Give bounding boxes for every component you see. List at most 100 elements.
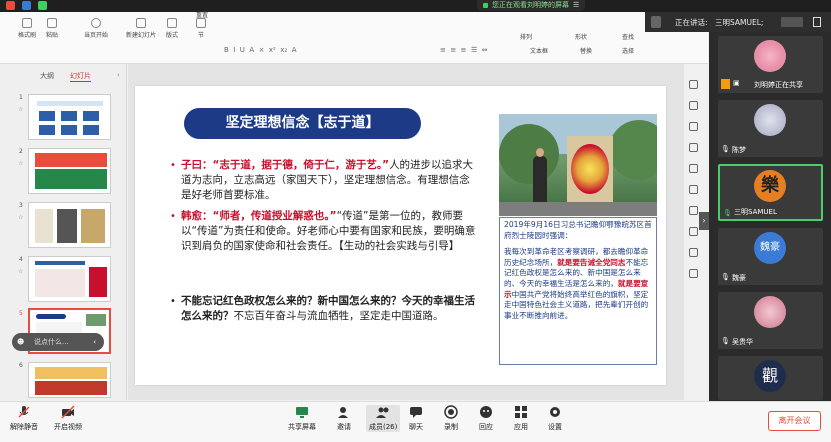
shape-button[interactable]: 形状 <box>575 32 587 41</box>
camera-off-icon <box>61 405 75 419</box>
star-icon: ☆ <box>18 160 24 167</box>
invite-icon <box>338 407 348 418</box>
thumb-number: 2 <box>19 148 23 155</box>
tab-slides[interactable]: 幻灯片 <box>70 71 91 82</box>
slide-thumbnail-6[interactable] <box>28 362 111 398</box>
user-icon <box>721 79 730 89</box>
speaking-indicator: 正在讲话: 三明SAMUEL; <box>645 12 831 32</box>
mic-muted-icon <box>18 406 30 418</box>
caption-body: 我每次到革命老区考察调研，都去瞻仰革命历史纪念场所，就是要告诫全党同志不能忘记红… <box>504 247 649 320</box>
unmute-button[interactable]: 解除静音 <box>10 405 38 432</box>
share-indicator-icon <box>483 3 488 8</box>
gear-icon <box>550 407 560 417</box>
status-icons <box>6 1 47 10</box>
mic-active-icon: 🎙 <box>723 209 732 217</box>
find-button[interactable]: 查找 <box>622 32 634 41</box>
slide-thumbnail-4[interactable] <box>28 256 111 302</box>
settings-button[interactable]: 设置 <box>548 405 562 432</box>
tool-icon[interactable] <box>688 143 698 152</box>
share-screen-button[interactable]: 共享屏幕 <box>288 405 316 432</box>
select-button[interactable]: 选择 <box>622 46 634 55</box>
slide-title: 坚定理想信念【志于道】 <box>184 108 421 139</box>
section-button[interactable]: 节 <box>196 18 206 39</box>
participant-tile-active[interactable]: 樂 🎙 三明SAMUEL <box>718 164 823 221</box>
paragraph-controls[interactable]: ≡ ≡ ≡ ☰ ⇔ <box>440 46 488 54</box>
new-slide-button[interactable]: 新建幻灯片 <box>126 18 156 39</box>
avatar: 魏豪 <box>754 232 786 264</box>
layout-button[interactable]: 版式 <box>166 18 178 39</box>
bullet-icon: • <box>170 160 176 171</box>
tool-icon[interactable] <box>688 101 698 110</box>
start-video-button[interactable]: 开启视频 <box>54 405 82 432</box>
muted-mic-icon: 🎙 <box>721 273 730 281</box>
participant-tile[interactable]: 🎙 陈梦 <box>718 100 823 157</box>
members-icon <box>376 407 389 418</box>
chat-icon <box>410 407 422 418</box>
thumb-number: 6 <box>19 362 23 369</box>
collapse-icon[interactable]: ‹ <box>93 333 96 351</box>
tool-icon[interactable] <box>688 122 698 131</box>
bullet-icon: • <box>170 296 176 307</box>
share-screen-icon <box>296 407 308 418</box>
tool-icon[interactable] <box>688 206 698 215</box>
record-button[interactable]: 录制 <box>444 405 458 432</box>
font-format-controls[interactable]: B I U A × x² x₂ A <box>224 46 296 54</box>
system-top-bar <box>0 0 831 12</box>
avatar: 觀 <box>754 360 786 392</box>
thumb-number: 5 <box>19 310 23 317</box>
tool-icon[interactable] <box>688 248 698 257</box>
ribbon-toolbar: 格式刷 粘贴 当页开始 新建幻灯片 版式 节 重置 B I U A × x² x… <box>0 12 708 64</box>
muted-mic-icon: 🎙 <box>721 337 730 345</box>
slide-thumbnail-2[interactable] <box>28 148 111 194</box>
muted-mic-icon: 🎙 <box>721 145 730 153</box>
layout-icon[interactable] <box>813 17 821 27</box>
screen-share-notice[interactable]: 您正在观看刘明婷的屏幕 ☰ <box>477 0 586 11</box>
members-button[interactable]: 成员(26) <box>366 405 401 432</box>
menu-icon[interactable]: ☰ <box>573 0 579 11</box>
participant-tile[interactable]: 🎙 吴贵华 <box>718 292 823 349</box>
tab-outline[interactable]: 大纲 <box>40 71 54 82</box>
chat-input-popup[interactable]: ☻ 说点什么... ‹ <box>12 333 104 351</box>
arrange-button[interactable]: 排列 <box>520 32 532 41</box>
star-icon: ☆ <box>18 214 24 221</box>
paragraph-2: • 韩愈：“师者，传道授业解惑也。”“传道”是第一位的，教师要以“传道”为责任和… <box>170 210 476 252</box>
reset-button[interactable]: 重置 <box>196 10 208 19</box>
avatar <box>754 296 786 328</box>
invite-button[interactable]: 邀请 <box>337 405 351 432</box>
thumb-number: 3 <box>19 202 23 209</box>
replace-button[interactable]: 替换 <box>580 46 592 55</box>
mic-icon <box>651 16 661 28</box>
apps-button[interactable]: 应用 <box>514 405 528 432</box>
chat-button[interactable]: 聊天 <box>409 405 423 432</box>
reaction-icon <box>480 406 492 418</box>
avatar <box>754 40 786 72</box>
slide-thumbnail-1[interactable] <box>28 94 111 140</box>
textbox-button[interactable]: 文本框 <box>530 46 548 55</box>
paste-button[interactable]: 粘贴 <box>46 18 58 39</box>
thumb-number: 4 <box>19 256 23 263</box>
record-status-icon <box>6 1 15 10</box>
grid-view-icon[interactable] <box>781 17 803 27</box>
participant-tile[interactable]: 刘明婷正在共享 ▣ <box>718 36 823 93</box>
share-icon: ▣ <box>733 79 740 87</box>
apps-icon <box>515 406 527 418</box>
current-slide: 坚定理想信念【志于道】 • 子曰：“志于道，据于德，倚于仁，游于艺。”人的进步以… <box>135 86 666 385</box>
format-painter-button[interactable]: 格式刷 <box>18 18 36 39</box>
quote-caption-box: 2019年9月16日习总书记瞻仰鄂豫皖苏区首府烈士陵园时强调： 我每次到革命老区… <box>499 217 657 365</box>
participant-tile[interactable]: 觀 <box>718 356 823 400</box>
collapse-participants-icon[interactable]: › <box>699 212 709 230</box>
tool-icon[interactable] <box>688 185 698 194</box>
bullet-icon: • <box>170 211 176 222</box>
participant-tile[interactable]: 魏豪 🎙 魏豪 <box>718 228 823 285</box>
play-current-button[interactable]: 当页开始 <box>84 18 108 39</box>
collapse-panel-icon[interactable]: ‹ <box>117 71 120 82</box>
tool-icon[interactable] <box>688 80 698 89</box>
slide-thumbnail-3[interactable] <box>28 202 111 248</box>
reply-button[interactable]: 回应 <box>479 405 493 432</box>
tool-icon[interactable] <box>688 269 698 278</box>
tool-icon[interactable] <box>688 227 698 236</box>
avatar <box>754 104 786 136</box>
leave-meeting-button[interactable]: 离开会议 <box>768 411 821 431</box>
avatar: 樂 <box>754 170 786 202</box>
tool-icon[interactable] <box>688 164 698 173</box>
